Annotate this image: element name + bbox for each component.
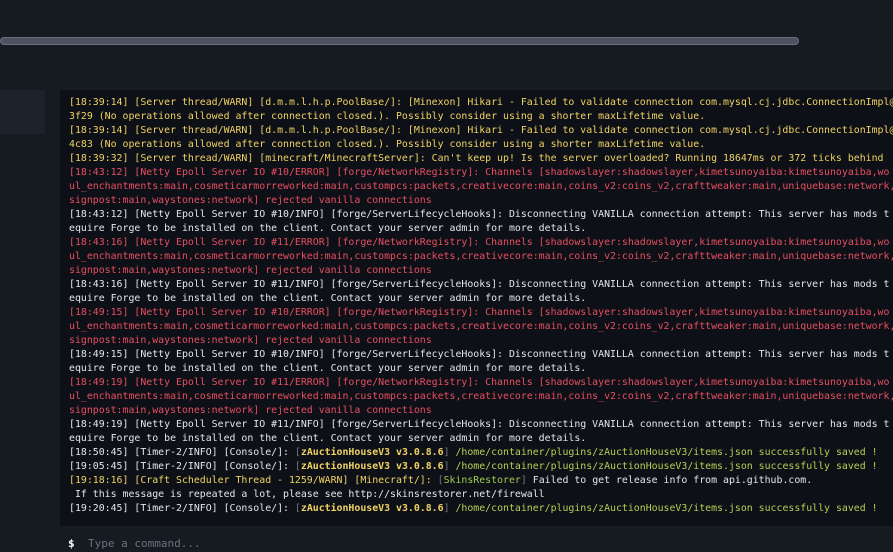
console-line-segment: equire Forge to be installed on the clie… [69, 433, 587, 444]
console-line: signpost:main,waystones:network] rejecte… [69, 264, 893, 278]
command-bar: $ [60, 531, 893, 552]
console-line-segment: [19:05:45] [Timer-2/INFO] [Console/]: [69, 461, 295, 472]
console-line-segment: zAuctionHouseV3 v3.0.8.6 [300, 447, 444, 458]
console-line-segment: /home/container/plugins/zAuctionHouseV3/… [455, 461, 878, 472]
console-line-segment: 4c83 (No operations allowed after connec… [69, 139, 706, 150]
console-line-segment: [18:50:45] [Timer-2/INFO] [Console/]: [69, 447, 295, 458]
console-line: signpost:main,waystones:network] rejecte… [69, 334, 893, 348]
console-line-segment: [19:20:45] [Timer-2/INFO] [Console/]: [69, 503, 295, 514]
console-line-segment: zAuctionHouseV3 v3.0.8.6 [300, 503, 444, 514]
console-line: ul_enchantments:main,cosmeticarmorrework… [69, 250, 893, 264]
console-line-segment: zAuctionHouseV3 v3.0.8.6 [300, 461, 444, 472]
console-line-segment: ul_enchantments:main,cosmeticarmorrework… [69, 321, 893, 332]
console-line-segment: [18:49:15] [Netty Epoll Server IO #10/ER… [69, 307, 890, 318]
console-line: equire Forge to be installed on the clie… [69, 362, 893, 376]
console-line-segment: /home/container/plugins/zAuctionHouseV3/… [455, 503, 878, 514]
console-line: signpost:main,waystones:network] rejecte… [69, 404, 893, 418]
console-line: [18:49:19] [Netty Epoll Server IO #11/ER… [69, 376, 893, 390]
console-output-panel[interactable]: [18:39:14] [Server thread/WARN] [d.m.m.l… [60, 90, 893, 526]
console-log: [18:39:14] [Server thread/WARN] [d.m.m.l… [69, 96, 893, 516]
console-line: [18:49:19] [Netty Epoll Server IO #11/IN… [69, 418, 893, 432]
console-line-segment: /home/container/plugins/zAuctionHouseV3/… [455, 447, 878, 458]
console-line: equire Forge to be installed on the clie… [69, 432, 893, 446]
console-line-segment: 3f29 (No operations allowed after connec… [69, 111, 706, 122]
console-line-segment: [18:43:12] [Netty Epoll Server IO #10/IN… [69, 209, 890, 220]
console-line: ul_enchantments:main,cosmeticarmorrework… [69, 320, 893, 334]
console-line: [18:49:15] [Netty Epoll Server IO #10/ER… [69, 306, 893, 320]
console-line: [18:49:15] [Netty Epoll Server IO #10/IN… [69, 348, 893, 362]
console-line-segment: [18:43:16] [Netty Epoll Server IO #11/IN… [69, 279, 890, 290]
console-line-segment: [18:39:14] [Server thread/WARN] [d.m.m.l… [69, 97, 893, 108]
console-line: [19:18:16] [Craft Scheduler Thread - 125… [69, 474, 893, 488]
console-line-segment: ul_enchantments:main,cosmeticarmorrework… [69, 251, 893, 262]
console-line-segment: ul_enchantments:main,cosmeticarmorrework… [69, 391, 893, 402]
console-line-segment: signpost:main,waystones:network] rejecte… [69, 335, 432, 346]
console-line: 3f29 (No operations allowed after connec… [69, 110, 893, 124]
console-line: [19:20:45] [Timer-2/INFO] [Console/]: [z… [69, 502, 893, 516]
console-line: 4c83 (No operations allowed after connec… [69, 138, 893, 152]
console-line-segment: [18:49:19] [Netty Epoll Server IO #11/IN… [69, 419, 890, 430]
console-line: ul_enchantments:main,cosmeticarmorrework… [69, 180, 893, 194]
command-input[interactable] [88, 534, 868, 552]
console-line: [18:39:14] [Server thread/WARN] [d.m.m.l… [69, 124, 893, 138]
console-line: equire Forge to be installed on the clie… [69, 292, 893, 306]
console-line-segment: Failed to get release info from api.gith… [532, 475, 813, 486]
console-line-segment: SkinsRestorer [443, 475, 521, 486]
console-line-segment: [18:49:19] [Netty Epoll Server IO #11/ER… [69, 377, 890, 388]
console-line-segment: signpost:main,waystones:network] rejecte… [69, 195, 432, 206]
console-line-segment: [18:43:16] [Netty Epoll Server IO #11/ER… [69, 237, 890, 248]
console-line: signpost:main,waystones:network] rejecte… [69, 194, 893, 208]
console-line-segment: equire Forge to be installed on the clie… [69, 223, 587, 234]
console-line: [19:05:45] [Timer-2/INFO] [Console/]: [z… [69, 460, 893, 474]
console-line: [18:43:12] [Netty Epoll Server IO #10/ER… [69, 166, 893, 180]
console-line-segment: signpost:main,waystones:network] rejecte… [69, 265, 432, 276]
prompt-symbol: $ [68, 537, 75, 550]
console-line-segment: ] [443, 503, 456, 514]
side-panel [0, 90, 45, 134]
server-console-page: [18:39:14] [Server thread/WARN] [d.m.m.l… [0, 0, 893, 552]
resource-usage-bar [0, 37, 799, 45]
console-line-segment: ] [443, 447, 456, 458]
console-line: equire Forge to be installed on the clie… [69, 222, 893, 236]
console-line: [18:43:16] [Netty Epoll Server IO #11/ER… [69, 236, 893, 250]
console-line-segment: ] [520, 475, 533, 486]
console-line-segment: equire Forge to be installed on the clie… [69, 293, 587, 304]
console-line: [18:39:32] [Server thread/WARN] [minecra… [69, 152, 893, 166]
console-line-segment: [18:39:32] [Server thread/WARN] [minecra… [69, 153, 884, 164]
console-line: [18:43:16] [Netty Epoll Server IO #11/IN… [69, 278, 893, 292]
console-line: ul_enchantments:main,cosmeticarmorrework… [69, 390, 893, 404]
console-line-segment: If this message is repeated a lot, pleas… [69, 489, 545, 500]
console-line-segment: [18:49:15] [Netty Epoll Server IO #10/IN… [69, 349, 890, 360]
console-line: [18:39:14] [Server thread/WARN] [d.m.m.l… [69, 96, 893, 110]
console-line: [18:50:45] [Timer-2/INFO] [Console/]: [z… [69, 446, 893, 460]
console-line-segment: signpost:main,waystones:network] rejecte… [69, 405, 432, 416]
console-line-segment: [18:43:12] [Netty Epoll Server IO #10/ER… [69, 167, 890, 178]
console-line-segment: ul_enchantments:main,cosmeticarmorrework… [69, 181, 893, 192]
console-line-segment: equire Forge to be installed on the clie… [69, 363, 587, 374]
console-line-segment: [18:39:14] [Server thread/WARN] [d.m.m.l… [69, 125, 893, 136]
console-line: If this message is repeated a lot, pleas… [69, 488, 893, 502]
console-line: [18:43:12] [Netty Epoll Server IO #10/IN… [69, 208, 893, 222]
console-line-segment: [19:18:16] [Craft Scheduler Thread - 125… [69, 475, 438, 486]
console-line-segment: ] [443, 461, 456, 472]
